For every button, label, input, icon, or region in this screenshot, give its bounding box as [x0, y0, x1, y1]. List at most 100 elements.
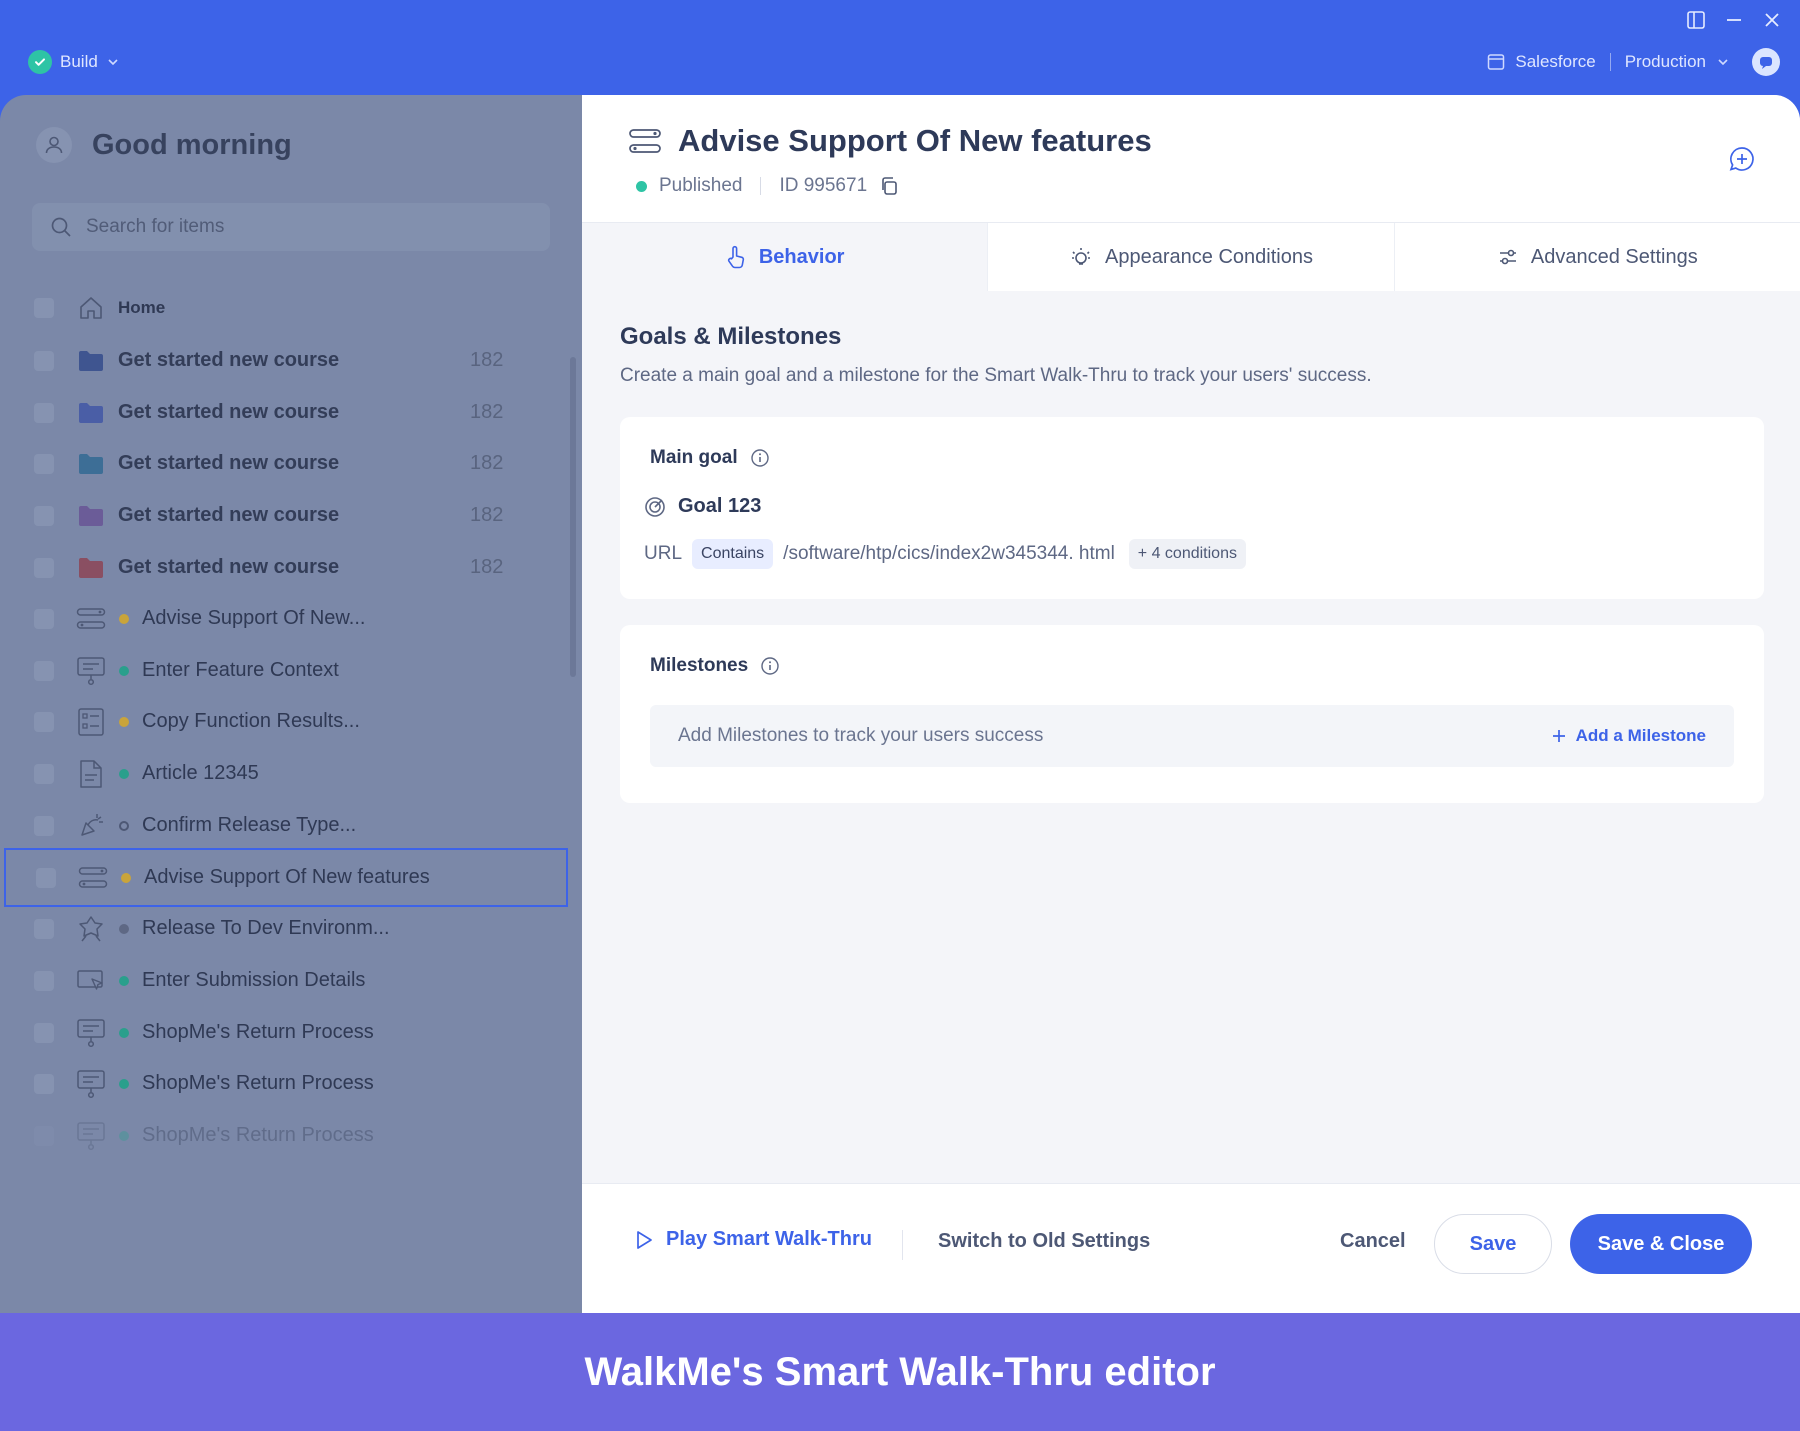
smarttip-icon: [74, 810, 108, 842]
tab-label: Behavior: [758, 245, 845, 268]
sidebar-item[interactable]: Enter Feature Context: [0, 641, 568, 700]
sidebar-item-label: ShopMe's Return Process: [142, 1124, 374, 1146]
scrollbar[interactable]: [570, 357, 576, 677]
window-controls: [1686, 10, 1782, 30]
sidebar-item[interactable]: Release To Dev Environm...: [0, 899, 568, 958]
info-icon[interactable]: [750, 448, 770, 468]
sidebar-item[interactable]: ShopMe's Return Process: [0, 1106, 568, 1165]
folder-icon: [74, 397, 108, 429]
environment-selector: Salesforce Production: [1487, 48, 1780, 76]
milestones-card: Milestones Add Milestones to track your …: [620, 625, 1764, 803]
copy-icon[interactable]: [879, 176, 899, 196]
checkbox[interactable]: [34, 1126, 54, 1146]
add-comment-icon[interactable]: [1728, 145, 1756, 173]
tab-appearance-conditions[interactable]: Appearance Conditions: [987, 223, 1394, 291]
folder-row[interactable]: Get started new course 182: [0, 486, 568, 545]
caption-text: WalkMe's Smart Walk-Thru editor: [584, 1349, 1216, 1394]
launcher-icon: [74, 913, 108, 945]
cancel-button[interactable]: Cancel: [1340, 1230, 1406, 1253]
folder-row[interactable]: Get started new course 182: [0, 383, 568, 442]
main-goal-label: Main goal: [650, 447, 738, 468]
lightbulb-icon: [1069, 245, 1093, 269]
checkbox[interactable]: [34, 712, 54, 733]
sidebar-item[interactable]: Article 12345: [0, 744, 568, 803]
check-icon: [28, 50, 52, 74]
play-label: Play Smart Walk-Thru: [666, 1228, 872, 1250]
checkbox[interactable]: [36, 867, 56, 888]
tab-behavior[interactable]: Behavior: [582, 223, 988, 291]
sidebar-item-label: Article 12345: [142, 762, 259, 785]
section-description: Create a main goal and a milestone for t…: [620, 365, 1372, 386]
more-conditions-badge[interactable]: + 4 conditions: [1128, 539, 1246, 569]
sliders-icon: [1497, 246, 1519, 268]
system-label[interactable]: Salesforce: [1515, 52, 1595, 72]
environment-label[interactable]: Production: [1625, 52, 1706, 72]
sidebar-item[interactable]: Advise Support Of New...: [0, 589, 568, 648]
checklist-icon: [74, 706, 108, 738]
folder-row[interactable]: Get started new course 182: [0, 434, 568, 493]
add-milestone-label: Add a Milestone: [1575, 726, 1706, 745]
chat-icon[interactable]: [1752, 48, 1780, 76]
checkbox[interactable]: [34, 351, 54, 371]
search-input[interactable]: Search for items: [32, 203, 550, 251]
sidebar-item-label: Enter Submission Details: [142, 968, 366, 991]
checkbox[interactable]: [34, 1074, 54, 1095]
checkbox[interactable]: [34, 660, 54, 681]
chevron-down-icon[interactable]: [1716, 55, 1730, 69]
sidebar-item[interactable]: ShopMe's Return Process: [0, 1054, 568, 1113]
checkbox[interactable]: [34, 609, 54, 629]
item-count: 182: [470, 504, 504, 527]
checkbox[interactable]: [34, 298, 54, 318]
item-count: 182: [470, 349, 504, 371]
info-icon[interactable]: [760, 656, 780, 676]
checkbox[interactable]: [34, 1022, 54, 1043]
sidebar-item[interactable]: ShopMe's Return Process: [0, 1003, 568, 1062]
status-dot: [119, 820, 129, 831]
play-button[interactable]: Play Smart Walk-Thru: [634, 1228, 872, 1251]
folder-row[interactable]: Get started new course 182: [0, 538, 568, 597]
checkbox[interactable]: [34, 764, 54, 785]
sidebar-item[interactable]: Advise Support Of New features: [4, 847, 568, 907]
checkbox[interactable]: [34, 919, 54, 940]
tab-advanced-settings[interactable]: Advanced Settings: [1393, 223, 1800, 291]
checkbox[interactable]: [34, 970, 54, 991]
close-icon[interactable]: [1762, 10, 1782, 30]
top-bar: Build Salesforce Production: [0, 0, 1800, 95]
goal-item[interactable]: Goal 123: [644, 495, 761, 518]
sidebar-item[interactable]: Copy Function Results...: [0, 692, 568, 751]
sidebar-item[interactable]: Enter Submission Details: [0, 951, 568, 1010]
build-mode-dropdown[interactable]: Build: [28, 50, 120, 74]
checkbox[interactable]: [34, 815, 54, 836]
goal-name: Goal 123: [678, 495, 762, 517]
search-icon: [50, 216, 72, 238]
checkbox[interactable]: [34, 557, 54, 578]
sidebar-item-home[interactable]: Home: [0, 278, 568, 337]
section-title: Goals & Milestones: [620, 323, 842, 350]
sidebar-item-label: Advise Support Of New features: [144, 865, 430, 888]
save-button[interactable]: Save: [1434, 1214, 1552, 1274]
article-icon: [74, 758, 108, 790]
divider: [902, 1230, 903, 1260]
switch-settings-button[interactable]: Switch to Old Settings: [938, 1230, 1150, 1253]
status-dot: [119, 1027, 129, 1038]
status-dot: [119, 614, 129, 624]
minimize-icon[interactable]: [1724, 10, 1744, 30]
status-dot: [121, 872, 131, 883]
hand-pointer-icon: [725, 245, 747, 269]
play-icon: [634, 1229, 654, 1251]
checkbox[interactable]: [34, 506, 54, 527]
sidebar-item-label: ShopMe's Return Process: [142, 1020, 374, 1043]
folder-row[interactable]: Get started new course 182: [0, 331, 568, 390]
divider: [1609, 53, 1611, 71]
checkbox[interactable]: [34, 454, 54, 475]
item-count: 182: [470, 400, 504, 423]
checkbox[interactable]: [34, 402, 54, 423]
split-view-icon[interactable]: [1686, 10, 1706, 30]
walkthru-icon: [628, 127, 662, 155]
save-close-button[interactable]: Save & Close: [1570, 1214, 1752, 1274]
milestones-empty-text: Add Milestones to track your users succe…: [678, 725, 1044, 746]
add-milestone-button[interactable]: Add a Milestone: [1552, 726, 1706, 746]
sidebar-item-label: ShopMe's Return Process: [142, 1072, 374, 1095]
sidebar-item[interactable]: Confirm Release Type...: [0, 796, 568, 855]
main-goal-heading: Main goal: [650, 447, 770, 469]
